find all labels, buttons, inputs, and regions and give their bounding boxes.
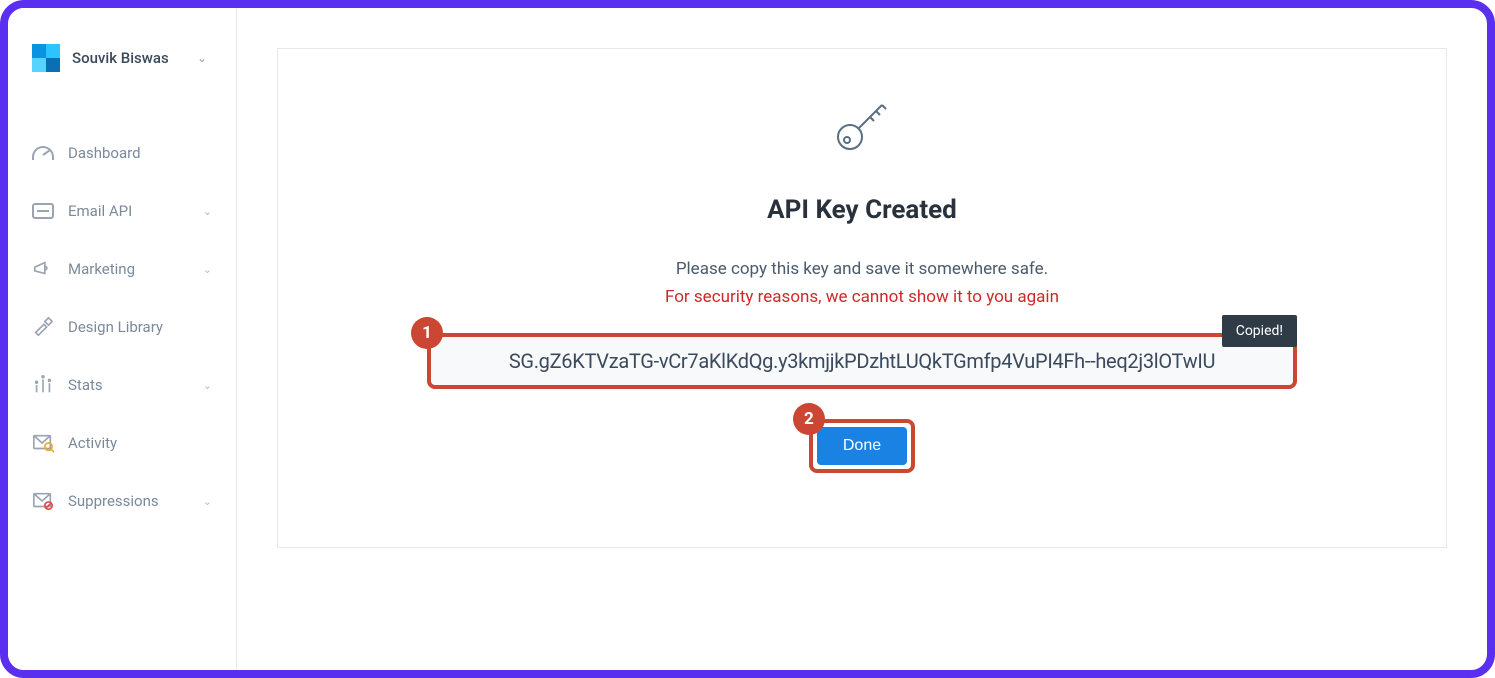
done-button-wrap: 2 Done <box>809 419 915 473</box>
chevron-down-icon: ⌄ <box>203 379 212 392</box>
main-content: API Key Created Please copy this key and… <box>237 8 1487 670</box>
done-button[interactable]: Done <box>817 427 907 465</box>
annotation-step-1: 1 <box>411 317 443 349</box>
sidebar-item-dashboard[interactable]: Dashboard <box>8 124 236 182</box>
nav-list: Dashboard Email API ⌄ Marketing ⌄ Design… <box>8 124 236 530</box>
sidebar-item-stats[interactable]: Stats ⌄ <box>8 356 236 414</box>
chevron-down-icon: ⌄ <box>203 495 212 508</box>
panel-title: API Key Created <box>767 195 957 225</box>
annotation-step-2: 2 <box>793 403 825 435</box>
account-name: Souvik Biswas <box>72 49 180 67</box>
megaphone-icon <box>32 258 54 280</box>
sidebar-item-marketing[interactable]: Marketing ⌄ <box>8 240 236 298</box>
sidebar-item-suppressions[interactable]: Suppressions ⌄ <box>8 472 236 530</box>
sidebar-item-label: Email API <box>68 202 189 220</box>
suppressions-icon <box>32 490 54 512</box>
card-icon <box>32 200 54 222</box>
annotation-highlight: Done <box>809 419 915 473</box>
panel-subtitle: Please copy this key and save it somewhe… <box>676 259 1048 279</box>
chevron-down-icon: ⌄ <box>192 51 212 65</box>
design-icon <box>32 316 54 338</box>
api-key-field-wrap: 1 Copied! SG.gZ6KTVzaTG-vCr7aKlKdQg.y3km… <box>427 333 1297 389</box>
sidebar-item-label: Dashboard <box>68 144 212 162</box>
sidebar: Souvik Biswas ⌄ Dashboard Email API ⌄ Ma… <box>8 8 237 670</box>
sidebar-item-label: Marketing <box>68 260 189 278</box>
activity-icon <box>32 432 54 454</box>
sidebar-item-email-api[interactable]: Email API ⌄ <box>8 182 236 240</box>
gauge-icon <box>32 142 54 164</box>
api-key-value[interactable]: SG.gZ6KTVzaTG-vCr7aKlKdQg.y3kmjjkPDzhtLU… <box>427 333 1297 389</box>
copied-tooltip: Copied! <box>1222 315 1297 347</box>
account-switcher[interactable]: Souvik Biswas ⌄ <box>8 32 236 100</box>
account-logo-icon <box>32 44 60 72</box>
chevron-down-icon: ⌄ <box>203 263 212 276</box>
sidebar-item-label: Suppressions <box>68 492 189 510</box>
sidebar-item-activity[interactable]: Activity <box>8 414 236 472</box>
sidebar-item-design-library[interactable]: Design Library <box>8 298 236 356</box>
stats-icon <box>32 374 54 396</box>
sidebar-item-label: Design Library <box>68 318 212 336</box>
panel-warning: For security reasons, we cannot show it … <box>665 287 1059 307</box>
sidebar-item-label: Activity <box>68 434 212 452</box>
key-icon <box>830 93 894 161</box>
sidebar-item-label: Stats <box>68 376 189 394</box>
chevron-down-icon: ⌄ <box>203 205 212 218</box>
app-frame: Souvik Biswas ⌄ Dashboard Email API ⌄ Ma… <box>0 0 1495 678</box>
api-key-created-panel: API Key Created Please copy this key and… <box>277 48 1447 548</box>
